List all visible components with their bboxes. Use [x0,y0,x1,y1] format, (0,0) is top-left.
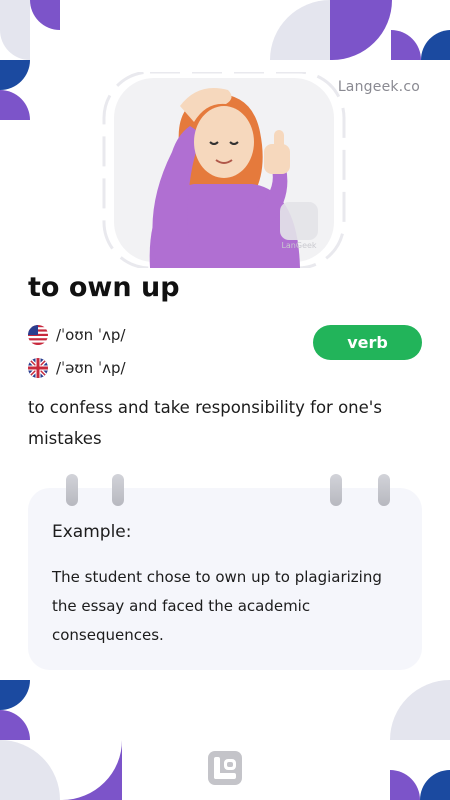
bottom-right-decoration [390,680,450,800]
top-right-decoration [270,0,450,60]
us-flag-icon [28,325,48,345]
definition-text: to confess and take responsibility for o… [28,398,382,448]
top-left-decoration [0,0,60,120]
binder-ring-icon [330,474,342,506]
example-label: Example: [52,522,132,542]
brand-name: Langeek.co [337,79,420,95]
example-card: Example: The student chose to own up to … [28,474,422,670]
svg-text:LanGeek: LanGeek [281,241,316,250]
binder-ring-icon [66,474,78,506]
person-confessing-illustration-icon: LanGeek [102,70,346,270]
headword: to own up [28,272,180,303]
pronunciation-uk-ipa: /ˈəʊn ˈʌp/ [56,359,126,377]
binder-ring-icon [378,474,390,506]
example-sentence: The student chose to own up to plagiariz… [52,568,382,644]
pronunciation-us-ipa: /ˈoʊn ˈʌp/ [56,326,126,344]
uk-flag-icon [28,358,48,378]
illustration: LanGeek [102,70,346,270]
pronunciation-uk[interactable]: /ˈəʊn ˈʌp/ [28,358,126,378]
pronunciation-us[interactable]: /ˈoʊn ˈʌp/ [28,325,125,345]
binder-ring-icon [112,474,124,506]
part-of-speech-badge[interactable]: verb [313,325,422,360]
langeek-logo-icon [208,751,242,785]
bottom-left-decoration [0,680,122,800]
